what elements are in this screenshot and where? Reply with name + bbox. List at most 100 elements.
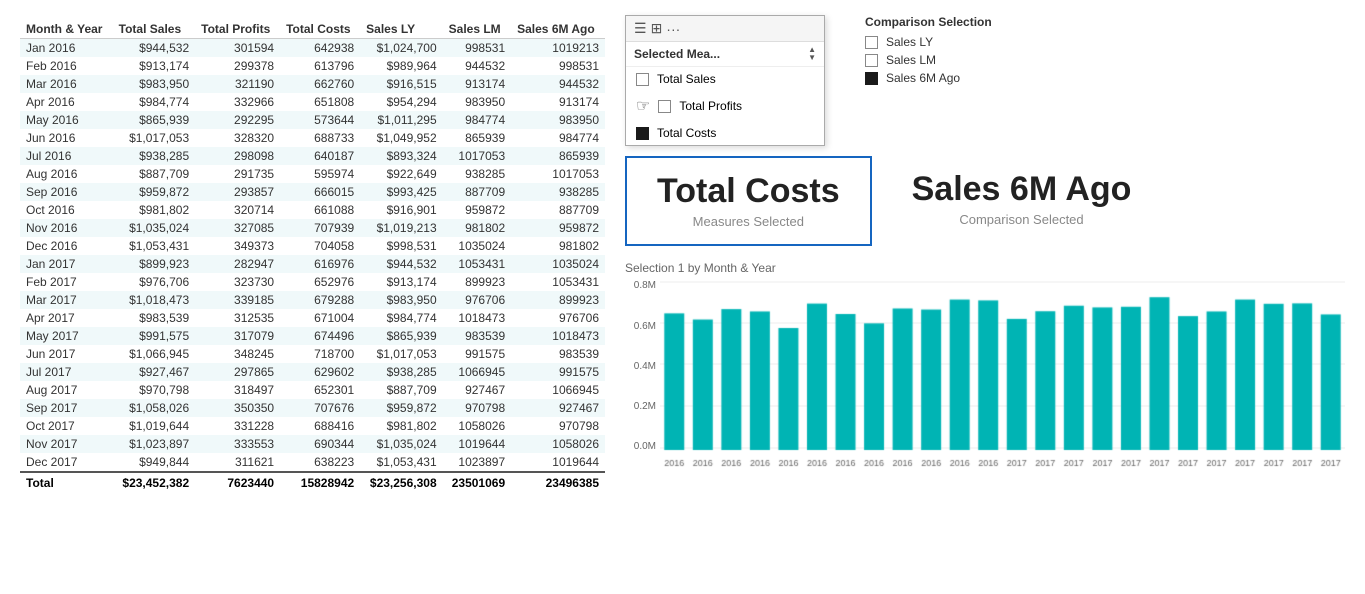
dropdown-item-totalsales[interactable]: Total Sales	[626, 67, 824, 91]
table-cell: Oct 2017	[20, 417, 113, 435]
comparison-item-salesly[interactable]: Sales LY	[865, 35, 992, 49]
table-cell: Dec 2017	[20, 453, 113, 472]
table-row: Aug 2017$970,798318497652301$887,7099274…	[20, 381, 605, 399]
table-cell: Apr 2017	[20, 309, 113, 327]
kpi-measure-value: Total Costs	[657, 173, 840, 210]
measures-dropdown[interactable]: ☰ ⊞ ··· Selected Mea... ▲ ▼ Total Sales …	[625, 15, 825, 146]
table-cell: 944532	[443, 57, 511, 75]
table-cell: 321190	[195, 75, 280, 93]
kpi-card-comparison: Sales 6M Ago Comparison Selected	[892, 156, 1152, 246]
table-cell: 1053431	[511, 273, 605, 291]
table-cell: 1019213	[511, 39, 605, 58]
table-cell: 629602	[280, 363, 360, 381]
table-cell: 333553	[195, 435, 280, 453]
table-row: May 2016$865,939292295573644$1,011,29598…	[20, 111, 605, 129]
table-cell: 913174	[443, 75, 511, 93]
table-footer-cell: $23,256,308	[360, 472, 442, 493]
table-cell: $981,802	[113, 201, 195, 219]
table-cell: Feb 2017	[20, 273, 113, 291]
table-cell: Dec 2016	[20, 237, 113, 255]
table-footer-cell: 15828942	[280, 472, 360, 493]
table-cell: May 2017	[20, 327, 113, 345]
table-cell: 291735	[195, 165, 280, 183]
table-cell: 1023897	[443, 453, 511, 472]
checkbox-totalprofits[interactable]	[658, 100, 671, 113]
table-cell: 707939	[280, 219, 360, 237]
table-cell: 320714	[195, 201, 280, 219]
table-cell: 690344	[280, 435, 360, 453]
dropdown-item-totalcosts[interactable]: Total Costs	[626, 121, 824, 145]
table-cell: $970,798	[113, 381, 195, 399]
table-cell: Jan 2017	[20, 255, 113, 273]
table-cell: $1,011,295	[360, 111, 442, 129]
table-cell: $984,774	[113, 93, 195, 111]
table-cell: 688416	[280, 417, 360, 435]
table-cell: $938,285	[360, 363, 442, 381]
table-cell: 327085	[195, 219, 280, 237]
table-cell: 983950	[443, 93, 511, 111]
col-header-sales: Total Sales	[113, 20, 195, 39]
table-cell: $1,053,431	[113, 237, 195, 255]
comp-checkbox-sales6m[interactable]	[865, 72, 878, 85]
table-cell: 613796	[280, 57, 360, 75]
table-cell: $1,023,897	[113, 435, 195, 453]
table-footer-cell: 7623440	[195, 472, 280, 493]
table-cell: $1,053,431	[360, 453, 442, 472]
table-cell: $998,531	[360, 237, 442, 255]
table-cell: 652301	[280, 381, 360, 399]
table-cell: 297865	[195, 363, 280, 381]
hamburger-icon: ☰	[634, 20, 647, 37]
table-row: Apr 2016$984,774332966651808$954,2949839…	[20, 93, 605, 111]
table-cell: Aug 2017	[20, 381, 113, 399]
table-cell: 298098	[195, 147, 280, 165]
checkbox-totalcosts[interactable]	[636, 127, 649, 140]
table-cell: $913,174	[113, 57, 195, 75]
table-cell: Nov 2016	[20, 219, 113, 237]
dropdown-item-totalprofits[interactable]: ☞ Total Profits	[626, 91, 824, 121]
comparison-item-sales6m[interactable]: Sales 6M Ago	[865, 71, 992, 85]
checkbox-totalsales[interactable]	[636, 73, 649, 86]
table-cell: 328320	[195, 129, 280, 147]
table-icon: ⊞	[651, 20, 663, 37]
table-cell: $949,844	[113, 453, 195, 472]
table-cell: 349373	[195, 237, 280, 255]
table-cell: $1,049,952	[360, 129, 442, 147]
table-cell: 652976	[280, 273, 360, 291]
table-cell: $989,964	[360, 57, 442, 75]
table-cell: 913174	[511, 93, 605, 111]
table-cell: $1,018,473	[113, 291, 195, 309]
table-cell: 339185	[195, 291, 280, 309]
table-cell: $944,532	[360, 255, 442, 273]
comp-checkbox-saleslm[interactable]	[865, 54, 878, 67]
table-cell: 332966	[195, 93, 280, 111]
table-cell: Nov 2017	[20, 435, 113, 453]
table-cell: 348245	[195, 345, 280, 363]
table-cell: Oct 2016	[20, 201, 113, 219]
table-cell: 311621	[195, 453, 280, 472]
kpi-comparison-value: Sales 6M Ago	[912, 171, 1132, 208]
table-footer-row: Total$23,452,382762344015828942$23,256,3…	[20, 472, 605, 493]
comp-checkbox-salesly[interactable]	[865, 36, 878, 49]
table-cell: $887,709	[360, 381, 442, 399]
table-cell: Sep 2016	[20, 183, 113, 201]
col-header-saleslm: Sales LM	[443, 20, 511, 39]
table-cell: $913,174	[360, 273, 442, 291]
table-footer-cell: Total	[20, 472, 113, 493]
sort-icons[interactable]: ▲ ▼	[808, 46, 816, 62]
y-axis-labels: 0.8M 0.6M 0.4M 0.2M 0.0M	[625, 280, 660, 470]
table-cell: 661088	[280, 201, 360, 219]
table-cell: $983,950	[113, 75, 195, 93]
table-cell: 865939	[443, 129, 511, 147]
table-cell: 959872	[511, 219, 605, 237]
table-cell: 292295	[195, 111, 280, 129]
table-cell: 1017053	[511, 165, 605, 183]
table-cell: $1,058,026	[113, 399, 195, 417]
table-row: Jul 2016$938,285298098640187$893,3241017…	[20, 147, 605, 165]
table-cell: Jul 2017	[20, 363, 113, 381]
table-cell: $981,802	[360, 417, 442, 435]
table-cell: 312535	[195, 309, 280, 327]
table-cell: 718700	[280, 345, 360, 363]
table-cell: $865,939	[360, 327, 442, 345]
table-cell: Sep 2017	[20, 399, 113, 417]
comparison-item-saleslm[interactable]: Sales LM	[865, 53, 992, 67]
